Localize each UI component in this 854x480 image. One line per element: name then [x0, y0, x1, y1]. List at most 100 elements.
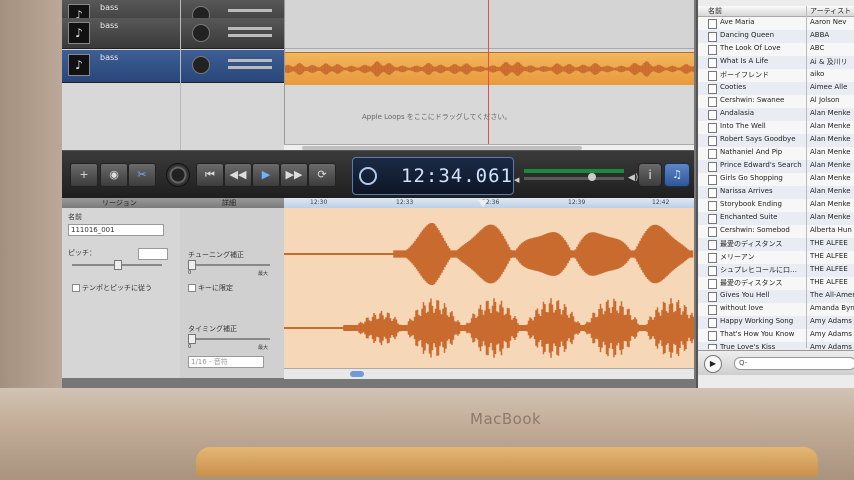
region-panel: 名前 111016_001 ピッチ： テンポとピッチに従う	[62, 208, 181, 378]
song-title: Prince Edward's Search	[720, 161, 802, 169]
list-item[interactable]: That's How You Know Amy Adams	[698, 329, 854, 343]
volume-slider[interactable]	[228, 9, 272, 12]
tempo-pitch-checkbox[interactable]	[72, 284, 80, 292]
info-button[interactable]: i	[638, 163, 662, 187]
column-divider	[806, 6, 807, 348]
song-icon	[708, 201, 717, 211]
track-name: bass	[100, 21, 119, 30]
list-item[interactable]: Cershwin: Somebod Alberta Hun	[698, 225, 854, 239]
list-item[interactable]: Enchanted Suite Alan Menke	[698, 212, 854, 226]
quantize-select[interactable]: 1/16 - 音符	[188, 356, 264, 368]
audio-region[interactable]	[284, 52, 694, 85]
track-lane[interactable]	[284, 18, 694, 49]
playhead[interactable]	[488, 0, 489, 150]
play-button[interactable]: ▶	[252, 163, 280, 187]
list-item[interactable]: Dancing Queen ABBA	[698, 30, 854, 44]
region-waveform	[284, 61, 694, 77]
master-volume-thumb[interactable]	[588, 173, 596, 181]
song-title: Girls Go Shopping	[720, 174, 783, 182]
song-title: Dancing Queen	[720, 31, 775, 39]
track-header-selected[interactable]: ♪ bass	[62, 50, 284, 83]
track-editor: リージョン 詳細 名前 111016_001 ピッチ： テンポとピッチに従う チ…	[62, 198, 694, 379]
timing-slider-thumb[interactable]	[188, 334, 196, 344]
column-header-artist[interactable]: アーティスト	[810, 6, 851, 16]
list-item[interactable]: Prince Edward's Search Alan Menke	[698, 160, 854, 174]
ruler-tick: 12:33	[396, 199, 414, 206]
clock-icon	[359, 167, 377, 185]
tab-region[interactable]: リージョン	[102, 198, 137, 208]
list-item[interactable]: Ave Maria Aaron Nev	[698, 17, 854, 31]
region-name-field[interactable]: 111016_001	[68, 224, 164, 236]
tab-detail[interactable]: 詳細	[222, 198, 236, 208]
tuning-slider-thumb[interactable]	[188, 260, 196, 270]
pan-knob[interactable]	[192, 24, 210, 42]
list-item[interactable]: Gives You Hell The All-Amer	[698, 290, 854, 304]
preview-play-button[interactable]: ▶	[704, 355, 722, 373]
song-artist: Alan Menke	[810, 213, 851, 221]
list-item[interactable]: Girls Go Shopping Alan Menke	[698, 173, 854, 187]
list-item[interactable]: Storybook Ending Alan Menke	[698, 199, 854, 213]
scrollbar-thumb[interactable]	[350, 371, 364, 377]
list-item[interactable]: Robert Says Goodbye Alan Menke	[698, 134, 854, 148]
list-item[interactable]: Cershwin: Swanee Al Jolson	[698, 95, 854, 109]
list-item[interactable]: ボーイフレンド aiko	[698, 69, 854, 83]
track-name: bass	[100, 53, 119, 62]
list-item[interactable]: Nathaniel And Pip Alan Menke	[698, 147, 854, 161]
list-item[interactable]: Happy Working Song Amy Adams	[698, 316, 854, 330]
tempo-pitch-label: テンポとピッチに従う	[82, 284, 152, 292]
list-item[interactable]: without love Amanda Byne	[698, 303, 854, 317]
volume-meter	[228, 34, 272, 37]
song-artist: Alan Menke	[810, 174, 851, 182]
horizontal-scrollbar[interactable]	[284, 368, 694, 379]
playhead-marker[interactable]	[478, 200, 488, 207]
list-item[interactable]: 最愛のディスタンス THE ALFEE	[698, 277, 854, 291]
add-track-button[interactable]: +	[70, 163, 98, 187]
song-artist: Alberta Hun	[810, 226, 852, 234]
list-item[interactable]: 最愛のディスタンス THE ALFEE	[698, 238, 854, 252]
song-title: Storybook Ending	[720, 200, 782, 208]
list-item[interactable]: Narissa Arrives Alan Menke	[698, 186, 854, 200]
fast-forward-button[interactable]: ▶▶	[280, 163, 308, 187]
song-title: Nathaniel And Pip	[720, 148, 783, 156]
key-lock-checkbox[interactable]	[188, 284, 196, 292]
list-item[interactable]: The Look Of Love ABC	[698, 43, 854, 57]
pitch-field[interactable]	[138, 248, 168, 260]
song-title: True Love's Kiss	[720, 343, 776, 349]
waveform-editor[interactable]	[284, 208, 694, 368]
browser-header: 名前 アーティスト	[698, 6, 854, 17]
song-icon	[708, 19, 717, 29]
pitch-slider-thumb[interactable]	[114, 260, 122, 270]
volume-slider[interactable]	[228, 59, 272, 62]
song-artist: THE ALFEE	[810, 265, 848, 273]
timing-slider[interactable]	[190, 338, 270, 340]
eye-button[interactable]: ◉	[100, 163, 128, 187]
media-browser-button[interactable]: ♫	[664, 163, 690, 187]
tuning-slider[interactable]	[190, 264, 270, 266]
go-to-start-button[interactable]: ⏮	[196, 163, 224, 187]
list-item[interactable]: Cooties Aimee Alle	[698, 82, 854, 96]
list-item[interactable]: What Is A Life Ai & 及川リ	[698, 56, 854, 70]
search-input[interactable]: Q-	[734, 357, 854, 370]
editor-button[interactable]: ✂	[128, 163, 156, 187]
list-item[interactable]: True Love's Kiss Amy Adams	[698, 342, 854, 349]
lcd-display[interactable]: 12:34.061	[352, 157, 514, 195]
record-button[interactable]	[166, 163, 190, 187]
song-title: 最愛のディスタンス	[720, 279, 783, 287]
column-header-title[interactable]: 名前	[708, 6, 722, 16]
list-item[interactable]: Andalasia Alan Menke	[698, 108, 854, 122]
list-item[interactable]: Into The Well Alan Menke	[698, 121, 854, 135]
volume-slider[interactable]	[228, 27, 272, 30]
list-item[interactable]: メリーアン THE ALFEE	[698, 251, 854, 265]
cycle-button[interactable]: ⟳	[308, 163, 336, 187]
track-header[interactable]: ♪ bass	[62, 18, 284, 49]
volume-high-icon: ◀)	[628, 173, 639, 183]
pan-knob[interactable]	[192, 56, 210, 74]
song-icon	[708, 279, 717, 289]
time-display: 12:34.061	[401, 165, 513, 187]
song-artist: Aaron Nev	[810, 18, 847, 26]
master-volume-slider[interactable]	[524, 177, 624, 180]
ruler-tick: 12:30	[310, 199, 328, 206]
transport-bar: + ◉ ✂ ⏮ ◀◀ ▶ ▶▶ ⟳ 12:34.061 ◀ ◀) i ♫	[62, 150, 694, 199]
list-item[interactable]: シュプレヒコールに口… THE ALFEE	[698, 264, 854, 278]
rewind-button[interactable]: ◀◀	[224, 163, 252, 187]
